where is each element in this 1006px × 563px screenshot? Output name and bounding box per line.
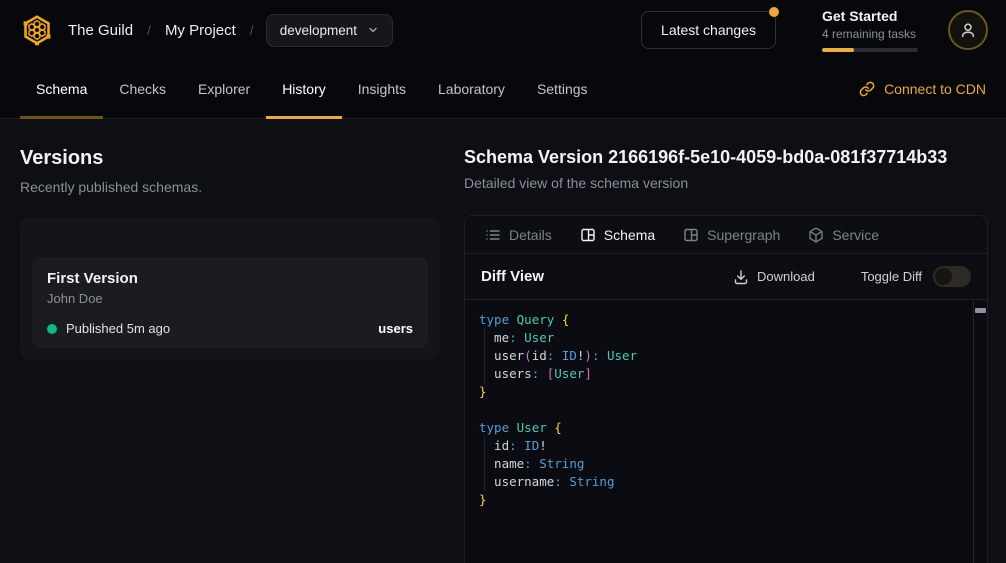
detail-tab-details[interactable]: Details <box>485 227 552 243</box>
download-button[interactable]: Download <box>733 269 815 285</box>
notification-dot <box>769 7 779 17</box>
code-line <box>479 401 967 419</box>
breadcrumb-org[interactable]: The Guild <box>68 22 133 39</box>
code-line: type User { <box>479 419 967 437</box>
nav-tab-laboratory[interactable]: Laboratory <box>422 60 521 118</box>
main-content: Versions Recently published schemas. Fir… <box>0 119 1006 563</box>
breadcrumb-separator: / <box>147 22 151 38</box>
version-author: John Doe <box>47 291 413 306</box>
detail-tab-supergraph[interactable]: Supergraph <box>683 227 780 243</box>
diff-toolbar: Diff View Download Toggle Diff <box>465 254 987 300</box>
get-started-progressbar <box>822 48 918 52</box>
code-scrollbar-thumb[interactable] <box>975 308 986 313</box>
latest-changes-label: Latest changes <box>661 22 756 38</box>
latest-changes-button[interactable]: Latest changes <box>641 11 776 49</box>
list-icon <box>485 227 501 243</box>
code-line: me: User <box>479 329 967 347</box>
detail-tab-service[interactable]: Service <box>808 227 879 243</box>
versions-card: First Version John Doe Published 5m ago … <box>20 217 440 360</box>
download-label: Download <box>757 269 815 284</box>
nav-tab-checks[interactable]: Checks <box>103 60 182 118</box>
schema-version-panel: Details Schema Supergraph Service Diff View… <box>464 215 988 563</box>
connect-to-cdn-label: Connect to CDN <box>884 81 986 97</box>
nav-tab-settings[interactable]: Settings <box>521 60 604 118</box>
schema-version-title: Schema Version 2166196f-5e10-4059-bd0a-0… <box>464 147 988 168</box>
nav-tabs: SchemaChecksExplorerHistoryInsightsLabor… <box>20 60 604 118</box>
link-icon <box>859 81 875 97</box>
nav-tab-insights[interactable]: Insights <box>342 60 422 118</box>
detail-tab-schema[interactable]: Schema <box>580 227 655 243</box>
version-name: First Version <box>47 270 413 287</box>
version-meta-row: Published 5m ago users <box>47 321 413 336</box>
nav-tab-explorer[interactable]: Explorer <box>182 60 266 118</box>
service-badge: users <box>378 321 413 336</box>
get-started-widget[interactable]: Get Started 4 remaining tasks <box>822 8 918 52</box>
code-line: } <box>479 383 967 401</box>
breadcrumb-separator: / <box>250 22 254 38</box>
user-avatar-button[interactable] <box>948 10 988 50</box>
columns-icon <box>683 227 699 243</box>
detail-tabs: Details Schema Supergraph Service <box>465 216 987 254</box>
code-line: id: ID! <box>479 437 967 455</box>
code-body: type Query { me: User user(id: ID!): Use… <box>479 311 967 509</box>
cube-icon <box>808 227 824 243</box>
chevron-down-icon <box>367 24 379 36</box>
toggle-diff-label: Toggle Diff <box>861 269 922 284</box>
code-line: name: String <box>479 455 967 473</box>
app-header: The Guild / My Project / development Lat… <box>0 0 1006 60</box>
code-line: user(id: ID!): User <box>479 347 967 365</box>
diff-view-title: Diff View <box>481 268 544 285</box>
version-list-item[interactable]: First Version John Doe Published 5m ago … <box>32 257 428 348</box>
nav-tab-schema[interactable]: Schema <box>20 60 103 118</box>
hive-logo-icon[interactable] <box>20 13 54 47</box>
version-detail-column: Schema Version 2166196f-5e10-4059-bd0a-0… <box>464 119 1006 563</box>
detail-tab-label: Service <box>832 227 879 243</box>
connect-to-cdn-button[interactable]: Connect to CDN <box>859 60 986 118</box>
diff-toggle-knob <box>935 268 952 285</box>
get-started-subtitle: 4 remaining tasks <box>822 27 918 41</box>
breadcrumb: The Guild / My Project / <box>68 22 254 39</box>
diff-toggle-switch[interactable] <box>933 266 971 287</box>
toggle-diff-group: Toggle Diff <box>861 266 971 287</box>
top-bar: The Guild / My Project / development Lat… <box>0 0 1006 119</box>
get-started-progress-fill <box>822 48 854 52</box>
get-started-title: Get Started <box>822 8 918 24</box>
versions-subtitle: Recently published schemas. <box>20 179 440 195</box>
code-line: username: String <box>479 473 967 491</box>
detail-tab-label: Schema <box>604 227 655 243</box>
detail-tab-label: Supergraph <box>707 227 780 243</box>
version-status: Published 5m ago <box>66 321 170 336</box>
main-nav: SchemaChecksExplorerHistoryInsightsLabor… <box>0 60 1006 119</box>
versions-column: Versions Recently published schemas. Fir… <box>0 119 464 563</box>
code-line: users: [User] <box>479 365 967 383</box>
nav-tab-history[interactable]: History <box>266 60 342 118</box>
code-line: } <box>479 491 967 509</box>
breadcrumb-project[interactable]: My Project <box>165 22 236 39</box>
versions-title: Versions <box>20 147 440 170</box>
code-scrollbar <box>973 300 987 563</box>
user-icon <box>959 21 977 39</box>
published-status-icon <box>47 324 57 334</box>
target-selector[interactable]: development <box>266 14 393 47</box>
columns-icon <box>580 227 596 243</box>
detail-tab-label: Details <box>509 227 552 243</box>
download-icon <box>733 269 749 285</box>
code-line: type Query { <box>479 311 967 329</box>
schema-version-subtitle: Detailed view of the schema version <box>464 175 988 191</box>
target-selector-value: development <box>280 23 357 38</box>
schema-code-viewer: type Query { me: User user(id: ID!): Use… <box>465 300 987 563</box>
